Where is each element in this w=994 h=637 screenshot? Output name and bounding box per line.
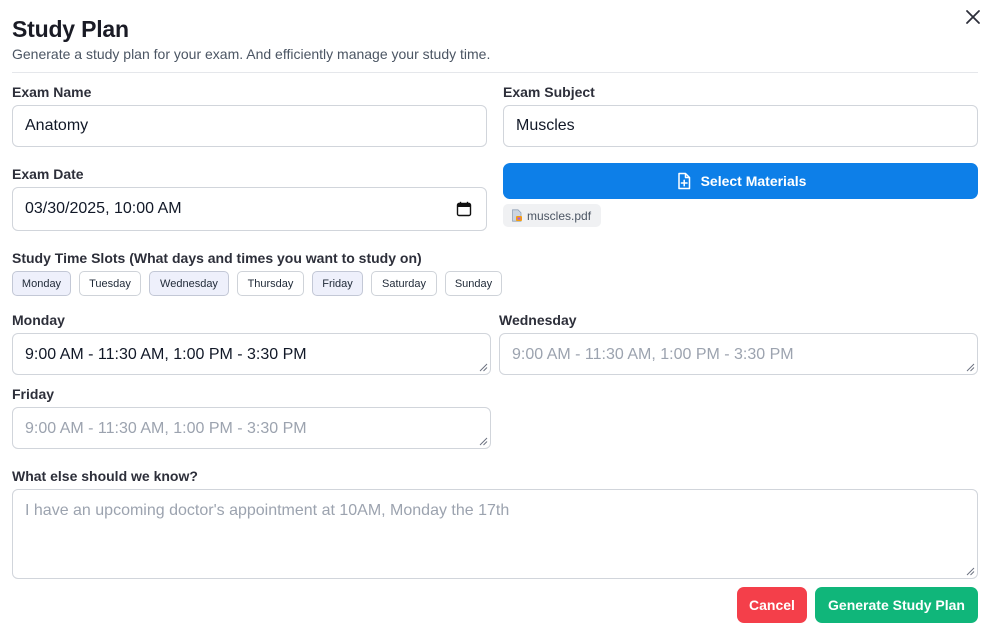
wednesday-times-textarea[interactable]: 9:00 AM - 11:30 AM, 1:00 PM - 3:30 PM <box>499 333 978 375</box>
resize-handle-icon[interactable] <box>965 362 975 372</box>
exam-subject-input[interactable]: Muscles <box>503 105 978 147</box>
day-friday[interactable]: Friday <box>312 271 363 296</box>
day-thursday[interactable]: Thursday <box>237 271 304 296</box>
notes-textarea[interactable]: I have an upcoming doctor's appointment … <box>12 489 978 579</box>
exam-date-label: Exam Date <box>12 166 84 182</box>
calendar-icon[interactable] <box>456 201 472 217</box>
select-materials-button[interactable]: Select Materials <box>503 163 978 199</box>
exam-name-label: Exam Name <box>12 84 92 100</box>
day-monday[interactable]: Monday <box>12 271 71 296</box>
header-divider <box>12 72 978 73</box>
close-button[interactable] <box>960 4 986 30</box>
resize-handle-icon[interactable] <box>965 566 975 576</box>
close-icon <box>966 10 980 24</box>
monday-times-value: 9:00 AM - 11:30 AM, 1:00 PM - 3:30 PM <box>25 346 307 363</box>
exam-name-value: Anatomy <box>25 117 89 134</box>
notes-label: What else should we know? <box>12 468 198 484</box>
resize-handle-icon[interactable] <box>478 436 488 446</box>
exam-subject-value: Muscles <box>516 117 575 134</box>
wednesday-label: Wednesday <box>499 312 577 328</box>
day-tuesday[interactable]: Tuesday <box>79 271 141 296</box>
cancel-button[interactable]: Cancel <box>737 587 807 623</box>
modal-subtitle: Generate a study plan for your exam. And… <box>12 46 491 62</box>
friday-label: Friday <box>12 386 55 402</box>
notes-placeholder: I have an upcoming doctor's appointment … <box>25 502 510 519</box>
file-name: muscles.pdf <box>527 208 592 223</box>
monday-times-textarea[interactable]: 9:00 AM - 11:30 AM, 1:00 PM - 3:30 PM <box>12 333 491 375</box>
day-selector: Monday Tuesday Wednesday Thursday Friday… <box>12 271 502 296</box>
exam-date-input[interactable]: 03/30/2025, 10:00 AM <box>12 187 487 231</box>
exam-date-value: 03/30/2025, 10:00 AM <box>25 200 182 217</box>
monday-label: Monday <box>12 312 65 328</box>
generate-study-plan-button[interactable]: Generate Study Plan <box>815 587 978 623</box>
friday-times-placeholder: 9:00 AM - 11:30 AM, 1:00 PM - 3:30 PM <box>25 420 307 437</box>
exam-name-input[interactable]: Anatomy <box>12 105 487 147</box>
day-saturday[interactable]: Saturday <box>371 271 437 296</box>
modal-title: Study Plan <box>12 16 129 42</box>
file-chip[interactable]: muscles.pdf <box>503 204 602 227</box>
friday-times-textarea[interactable]: 9:00 AM - 11:30 AM, 1:00 PM - 3:30 PM <box>12 407 491 449</box>
select-materials-label: Select Materials <box>700 173 807 189</box>
pdf-file-icon <box>512 209 522 222</box>
day-wednesday[interactable]: Wednesday <box>149 271 229 296</box>
exam-subject-label: Exam Subject <box>503 84 595 100</box>
resize-handle-icon[interactable] <box>478 362 488 372</box>
day-sunday[interactable]: Sunday <box>445 271 502 296</box>
file-add-icon <box>677 172 690 190</box>
wednesday-times-placeholder: 9:00 AM - 11:30 AM, 1:00 PM - 3:30 PM <box>512 346 794 363</box>
study-plan-modal: Study Plan Generate a study plan for you… <box>0 0 994 637</box>
time-slots-label: Study Time Slots (What days and times yo… <box>12 250 422 266</box>
